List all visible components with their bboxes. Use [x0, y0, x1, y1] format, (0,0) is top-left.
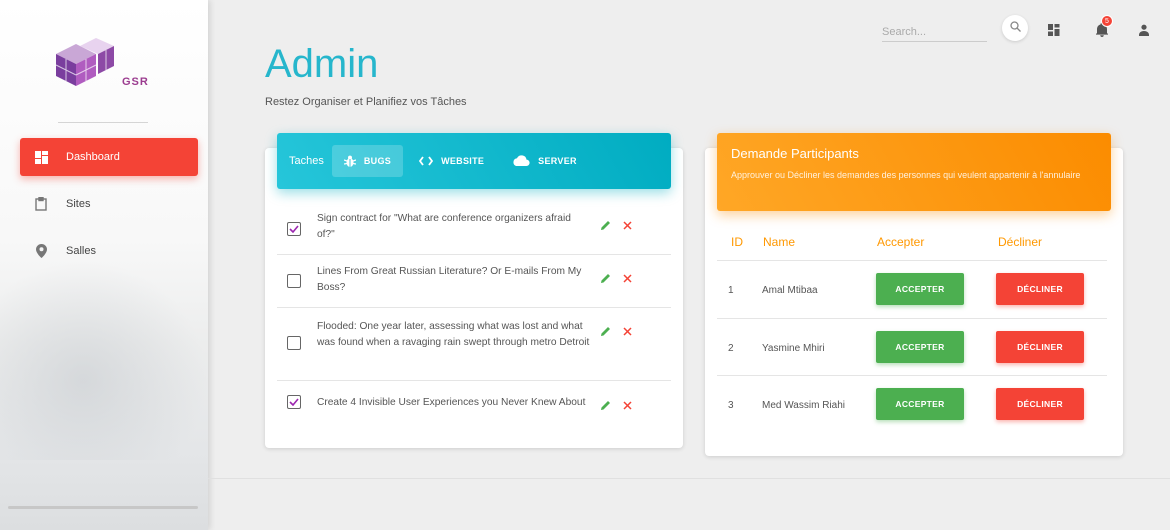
row-id: 1 [728, 285, 734, 296]
notification-badge: 5 [1101, 15, 1113, 27]
clipboard-icon [34, 197, 48, 211]
table-row: 3 Med Wassim Riahi ACCEPTER DÉCLINER [717, 375, 1107, 433]
row-id: 3 [728, 400, 734, 411]
sidebar-item-label: Dashboard [66, 151, 120, 163]
tab-server[interactable]: SERVER [500, 145, 589, 177]
task-actions [601, 217, 632, 235]
search-input[interactable] [882, 20, 987, 42]
decline-button[interactable]: DÉCLINER [996, 273, 1084, 305]
tasks-label: Taches [289, 155, 324, 167]
sidebar-item-label: Sites [66, 198, 91, 210]
task-checkbox[interactable] [287, 336, 301, 350]
user-profile-icon[interactable] [1136, 22, 1152, 38]
tab-label: SERVER [538, 156, 577, 166]
edit-icon[interactable] [601, 270, 611, 288]
dashboard-icon [34, 150, 48, 164]
close-icon[interactable] [623, 397, 632, 415]
page-subtitle: Restez Organiser et Planifiez vos Tâches [265, 96, 467, 108]
task-actions [601, 397, 632, 415]
card-title: Demande Participants [731, 146, 859, 161]
footer-divider [208, 478, 1170, 479]
task-checkbox[interactable] [287, 222, 301, 236]
column-header-decliner: Décliner [998, 235, 1043, 249]
page-title: Admin [265, 42, 379, 86]
decline-button[interactable]: DÉCLINER [996, 388, 1084, 420]
task-row: Lines From Great Russian Literature? Or … [277, 255, 671, 308]
search-icon [1009, 19, 1021, 37]
task-text: Create 4 Invisible User Experiences you … [317, 397, 586, 408]
column-header-id: ID [731, 235, 743, 249]
task-actions [601, 323, 632, 341]
task-text: Lines From Great Russian Literature? Or … [317, 266, 582, 293]
sidebar-item-dashboard[interactable]: Dashboard [20, 138, 198, 176]
decline-button[interactable]: DÉCLINER [996, 331, 1084, 363]
sidebar: GSR Dashboard Sites Salles [0, 0, 208, 530]
row-name: Yasmine Mhiri [762, 343, 825, 354]
tab-label: WEBSITE [441, 156, 485, 166]
edit-icon[interactable] [601, 323, 611, 341]
card-description: Approuver ou Décliner les demandes des p… [731, 170, 1081, 180]
divider [58, 122, 148, 123]
sidebar-scrollbar[interactable] [8, 506, 198, 509]
table-row: 2 Yasmine Mhiri ACCEPTER DÉCLINER [717, 318, 1107, 376]
search-button[interactable] [1002, 15, 1028, 41]
close-icon[interactable] [623, 217, 632, 235]
sidebar-item-sites[interactable]: Sites [20, 185, 198, 223]
accept-button[interactable]: ACCEPTER [876, 388, 964, 420]
bug-icon [343, 155, 356, 168]
task-text: Flooded: One year later, assessing what … [317, 321, 590, 348]
task-actions [601, 270, 632, 288]
column-header-name: Name [763, 235, 796, 249]
cloud-icon [512, 155, 530, 167]
location-pin-icon [34, 244, 48, 258]
sidebar-item-salles[interactable]: Salles [20, 232, 198, 270]
accept-button[interactable]: ACCEPTER [876, 331, 964, 363]
accept-button[interactable]: ACCEPTER [876, 273, 964, 305]
close-icon[interactable] [623, 323, 632, 341]
logo-text: GSR [122, 76, 149, 88]
tab-website[interactable]: WEBSITE [407, 145, 496, 177]
edit-icon[interactable] [601, 397, 611, 415]
edit-icon[interactable] [601, 217, 611, 235]
task-row: Flooded: One year later, assessing what … [277, 308, 671, 381]
dashboard-icon[interactable] [1046, 22, 1062, 38]
row-name: Med Wassim Riahi [762, 400, 845, 411]
task-text: Sign contract for "What are conference o… [317, 213, 571, 240]
column-header-accepter: Accepter [877, 235, 925, 249]
row-id: 2 [728, 343, 734, 354]
tab-bugs[interactable]: BUGS [331, 145, 404, 177]
close-icon[interactable] [623, 270, 632, 288]
table-row: 1 Amal Mtibaa ACCEPTER DÉCLINER [717, 260, 1107, 318]
row-name: Amal Mtibaa [762, 285, 818, 296]
task-row: Sign contract for "What are conference o… [277, 205, 671, 255]
task-checkbox[interactable] [287, 274, 301, 288]
task-row: Create 4 Invisible User Experiences you … [277, 381, 671, 425]
tab-label: BUGS [363, 156, 392, 166]
code-icon [419, 156, 434, 166]
task-checkbox[interactable] [287, 395, 301, 409]
sidebar-item-label: Salles [66, 245, 96, 257]
requests-card-header: Demande Participants Approuver ou Déclin… [717, 133, 1111, 211]
tasks-tabs-header: Taches BUGS WEBSITE SERVER [277, 133, 671, 189]
